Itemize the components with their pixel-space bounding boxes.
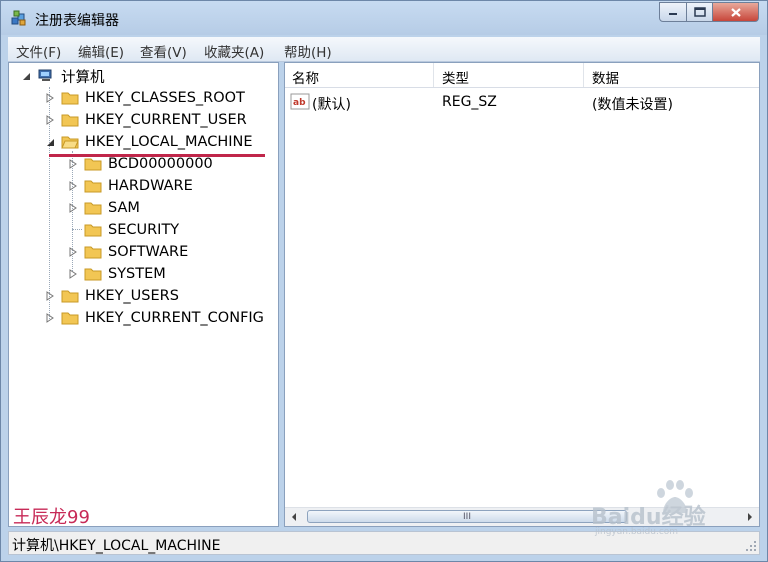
tree-label: HARDWARE — [108, 178, 193, 194]
expand-arrow-icon[interactable] — [45, 313, 55, 323]
tree-label: HKEY_CURRENT_CONFIG — [85, 310, 264, 326]
column-divider[interactable] — [583, 63, 584, 87]
key-tree-pane[interactable]: 计算机 HKEY_CLASSES_ROOT HKEY_CURRENT_USER … — [8, 62, 279, 527]
column-header-name[interactable]: 名称 — [292, 67, 319, 87]
minimize-icon — [669, 13, 677, 15]
tree-label: HKEY_USERS — [85, 288, 179, 304]
tree-item-sam[interactable]: SAM — [68, 198, 140, 218]
minimize-button[interactable] — [659, 2, 687, 22]
folder-icon — [61, 114, 79, 127]
menu-file[interactable]: 文件(F) — [16, 41, 61, 61]
status-path: 计算机\HKEY_LOCAL_MACHINE — [12, 538, 221, 554]
expand-arrow-icon[interactable] — [68, 181, 78, 191]
folder-icon — [84, 158, 102, 171]
resize-grip-icon[interactable] — [745, 540, 757, 552]
menu-bar: 文件(F) 编辑(E) 查看(V) 收藏夹(A) 帮助(H) — [8, 37, 760, 62]
menu-help[interactable]: 帮助(H) — [284, 41, 332, 61]
maximize-icon — [693, 7, 706, 17]
value-data: (数值未设置) — [592, 97, 673, 113]
column-header-type[interactable]: 类型 — [442, 67, 469, 87]
collapse-arrow-icon[interactable] — [21, 71, 31, 81]
author-watermark: 王辰龙99 — [13, 507, 90, 527]
computer-icon — [38, 69, 52, 81]
expand-arrow-icon[interactable] — [68, 159, 78, 169]
tree-label: BCD00000000 — [108, 156, 213, 172]
tree-label: SYSTEM — [108, 266, 166, 282]
tree-item-system[interactable]: SYSTEM — [68, 264, 166, 284]
close-button[interactable] — [713, 2, 759, 22]
value-name: (默认) — [312, 97, 351, 113]
tree-item-hkey-current-user[interactable]: HKEY_CURRENT_USER — [45, 110, 247, 130]
scroll-left-button[interactable] — [285, 508, 303, 526]
column-divider[interactable] — [433, 63, 434, 87]
tree-label: HKEY_CURRENT_USER — [85, 112, 247, 128]
registry-editor-icon — [11, 10, 26, 26]
tree-item-security[interactable]: SECURITY — [68, 220, 179, 240]
tree-label: HKEY_LOCAL_MACHINE — [85, 134, 253, 150]
column-header-row: 名称 类型 数据 — [285, 63, 759, 88]
expand-arrow-icon[interactable] — [68, 269, 78, 279]
folder-icon — [84, 224, 102, 237]
folder-icon — [61, 290, 79, 303]
tree-item-bcd00000000[interactable]: BCD00000000 — [68, 154, 213, 174]
menu-favorites[interactable]: 收藏夹(A) — [204, 41, 264, 61]
scrollbar-thumb[interactable]: III — [307, 510, 627, 523]
tree-item-computer[interactable]: 计算机 — [21, 66, 105, 86]
values-list-pane[interactable]: 名称 类型 数据 ab (默认) REG_SZ (数值未设置) III — [284, 62, 760, 527]
collapse-arrow-icon[interactable] — [45, 137, 55, 147]
expand-arrow-icon[interactable] — [68, 247, 78, 257]
baidu-watermark: Baidu经验 jingyan.baidu.com — [591, 479, 761, 539]
close-icon — [730, 7, 741, 17]
expand-arrow-icon[interactable] — [45, 291, 55, 301]
folder-icon — [61, 312, 79, 325]
value-type: REG_SZ — [442, 94, 497, 110]
scroll-grip: III — [463, 511, 471, 522]
tree-label: 计算机 — [61, 69, 105, 86]
title-bar[interactable]: 注册表编辑器 — [1, 1, 767, 35]
tree-label: SAM — [108, 200, 140, 216]
tree-label: SECURITY — [108, 222, 180, 238]
expand-arrow-icon[interactable] — [45, 115, 55, 125]
tree-item-hkey-current-config[interactable]: HKEY_CURRENT_CONFIG — [45, 308, 264, 328]
maximize-button[interactable] — [687, 2, 713, 22]
tree-item-hkey-users[interactable]: HKEY_USERS — [45, 286, 179, 306]
tree-item-hkey-local-machine[interactable]: HKEY_LOCAL_MACHINE — [45, 132, 253, 152]
menu-view[interactable]: 查看(V) — [140, 41, 187, 61]
folder-icon — [84, 180, 102, 193]
list-item[interactable]: ab (默认) REG_SZ (数值未设置) — [285, 93, 759, 113]
folder-icon — [84, 246, 102, 259]
menu-edit[interactable]: 编辑(E) — [78, 41, 124, 61]
tree-item-hardware[interactable]: HARDWARE — [68, 176, 193, 196]
column-header-data[interactable]: 数据 — [592, 67, 619, 87]
folder-icon — [61, 92, 79, 105]
baidu-url-text: jingyan.baidu.com — [595, 527, 679, 537]
tree-item-software[interactable]: SOFTWARE — [68, 242, 188, 262]
expand-arrow-icon[interactable] — [68, 203, 78, 213]
window-title: 注册表编辑器 — [35, 13, 119, 29]
folder-icon — [84, 268, 102, 281]
svg-text:ab: ab — [293, 98, 306, 108]
tree-item-hkey-classes-root[interactable]: HKEY_CLASSES_ROOT — [45, 88, 245, 108]
tree-label: SOFTWARE — [108, 244, 189, 260]
string-value-icon: ab — [290, 93, 310, 110]
expand-arrow-icon[interactable] — [45, 93, 55, 103]
scroll-left-icon — [292, 513, 296, 521]
folder-icon — [84, 202, 102, 215]
registry-editor-window: 注册表编辑器 文件(F) 编辑(E) 查看(V) 收藏夹(A) 帮助(H) 计算… — [0, 0, 768, 562]
open-folder-icon — [61, 136, 79, 149]
tree-label: HKEY_CLASSES_ROOT — [85, 90, 245, 106]
